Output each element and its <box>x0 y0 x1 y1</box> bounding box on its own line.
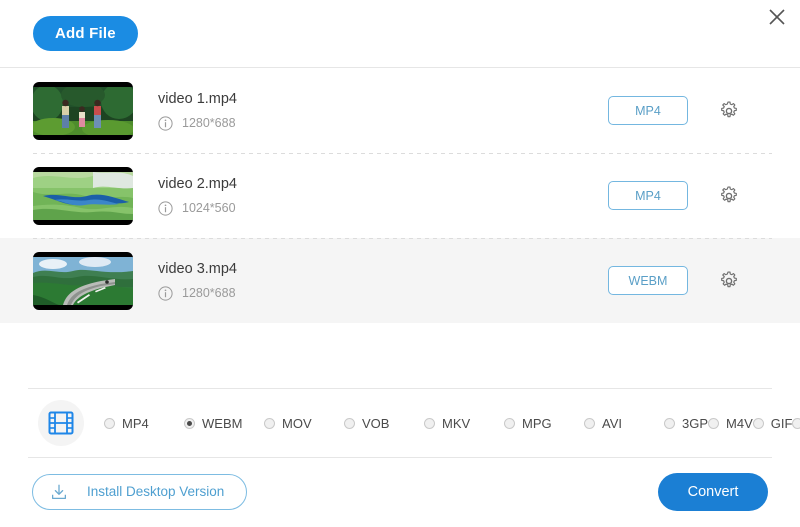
format-option-mov[interactable]: MOV <box>264 416 344 431</box>
file-info: video 2.mp4 1024*560 <box>158 176 608 216</box>
info-icon[interactable] <box>158 200 173 216</box>
file-name: video 2.mp4 <box>158 175 237 192</box>
file-meta: 1280*688 <box>158 115 608 131</box>
film-strip-icon <box>48 411 74 435</box>
format-option-flv[interactable]: FLV <box>792 416 800 431</box>
file-resolution: 1280*688 <box>182 286 236 300</box>
output-format-badge[interactable]: WEBM <box>608 266 688 295</box>
info-icon[interactable] <box>158 285 173 301</box>
format-option-mpg[interactable]: MPG <box>504 416 584 431</box>
install-button-label: Install Desktop Version <box>87 484 225 499</box>
add-file-button[interactable]: Add File <box>33 16 138 51</box>
format-option-m4v[interactable]: M4V <box>708 416 753 431</box>
format-option-label: GIF <box>770 415 793 431</box>
format-option-webm[interactable]: WEBM <box>184 416 264 431</box>
close-icon <box>769 9 785 25</box>
file-meta: 1024*560 <box>158 200 608 216</box>
file-resolution: 1280*688 <box>182 116 236 130</box>
radio-icon <box>792 417 800 429</box>
format-option-label: MOV <box>282 415 312 431</box>
radio-icon <box>752 417 764 429</box>
table-row[interactable]: video 3.mp4 1280*688 WEBM <box>0 238 800 323</box>
radio-icon <box>424 417 435 429</box>
gear-icon <box>721 271 737 287</box>
file-name: video 3.mp4 <box>158 260 237 277</box>
radio-icon <box>344 417 355 429</box>
format-option-label: AVI <box>602 415 622 431</box>
close-window-button[interactable] <box>762 2 792 32</box>
format-option-label: M4V <box>726 415 753 431</box>
format-option-label: 3GP <box>682 415 709 431</box>
install-desktop-version-button[interactable]: Install Desktop Version <box>32 473 248 510</box>
toolbar: Add File <box>0 0 800 67</box>
format-option-mkv[interactable]: MKV <box>424 416 504 431</box>
file-meta: 1280*688 <box>158 285 608 301</box>
file-info: video 3.mp4 1280*688 <box>158 261 608 301</box>
family-standing-in-green-field-image <box>33 86 133 135</box>
radio-icon <box>504 417 515 429</box>
format-option-3gp[interactable]: 3GP <box>664 416 708 431</box>
convert-button[interactable]: Convert <box>658 472 768 511</box>
radio-icon <box>104 417 115 429</box>
file-list: video 1.mp4 1280*688 MP4 video 2.mp4 102… <box>0 67 800 323</box>
format-option-label: VOB <box>362 415 390 431</box>
format-option-label: MPG <box>522 415 552 431</box>
format-option-label: MKV <box>442 415 471 431</box>
file-name: video 1.mp4 <box>158 90 237 107</box>
video-thumbnail <box>33 166 133 225</box>
radio-icon <box>708 417 720 429</box>
output-format-badge[interactable]: MP4 <box>608 96 688 125</box>
info-icon[interactable] <box>158 115 173 131</box>
video-thumbnail <box>33 251 133 310</box>
settings-button[interactable] <box>716 268 742 294</box>
output-format-badge[interactable]: MP4 <box>608 181 688 210</box>
file-info: video 1.mp4 1280*688 <box>158 91 608 131</box>
footer: Install Desktop Version Convert <box>0 456 800 527</box>
table-row[interactable]: video 2.mp4 1024*560 MP4 <box>0 153 800 238</box>
download-icon <box>52 484 66 499</box>
gear-icon <box>721 186 737 202</box>
format-option-gif[interactable]: GIF <box>752 415 793 431</box>
format-selector: MP4 WEBM MOV VOB MKV MPG AVI 3GP M4V GIF <box>28 388 800 458</box>
radio-icon <box>664 417 675 429</box>
radio-icon <box>584 417 595 429</box>
radio-icon <box>264 417 275 429</box>
radio-icon <box>184 417 195 429</box>
settings-button[interactable] <box>716 98 742 124</box>
settings-button[interactable] <box>716 183 742 209</box>
format-options: MP4 WEBM MOV VOB MKV MPG AVI 3GP M4V GIF <box>104 410 800 436</box>
gear-icon <box>721 101 737 117</box>
table-row[interactable]: video 1.mp4 1280*688 MP4 <box>0 68 800 153</box>
format-option-label: MP4 <box>122 415 149 431</box>
format-option-mp4[interactable]: MP4 <box>104 416 184 431</box>
format-option-vob[interactable]: VOB <box>344 416 424 431</box>
format-option-label: WEBM <box>202 415 243 431</box>
winding-road-through-green-hills-image <box>33 256 133 305</box>
video-format-tab[interactable] <box>38 400 84 446</box>
green-valley-with-blue-river-image <box>33 171 133 220</box>
file-resolution: 1024*560 <box>182 201 236 215</box>
video-thumbnail <box>33 81 133 140</box>
format-option-avi[interactable]: AVI <box>584 416 664 431</box>
